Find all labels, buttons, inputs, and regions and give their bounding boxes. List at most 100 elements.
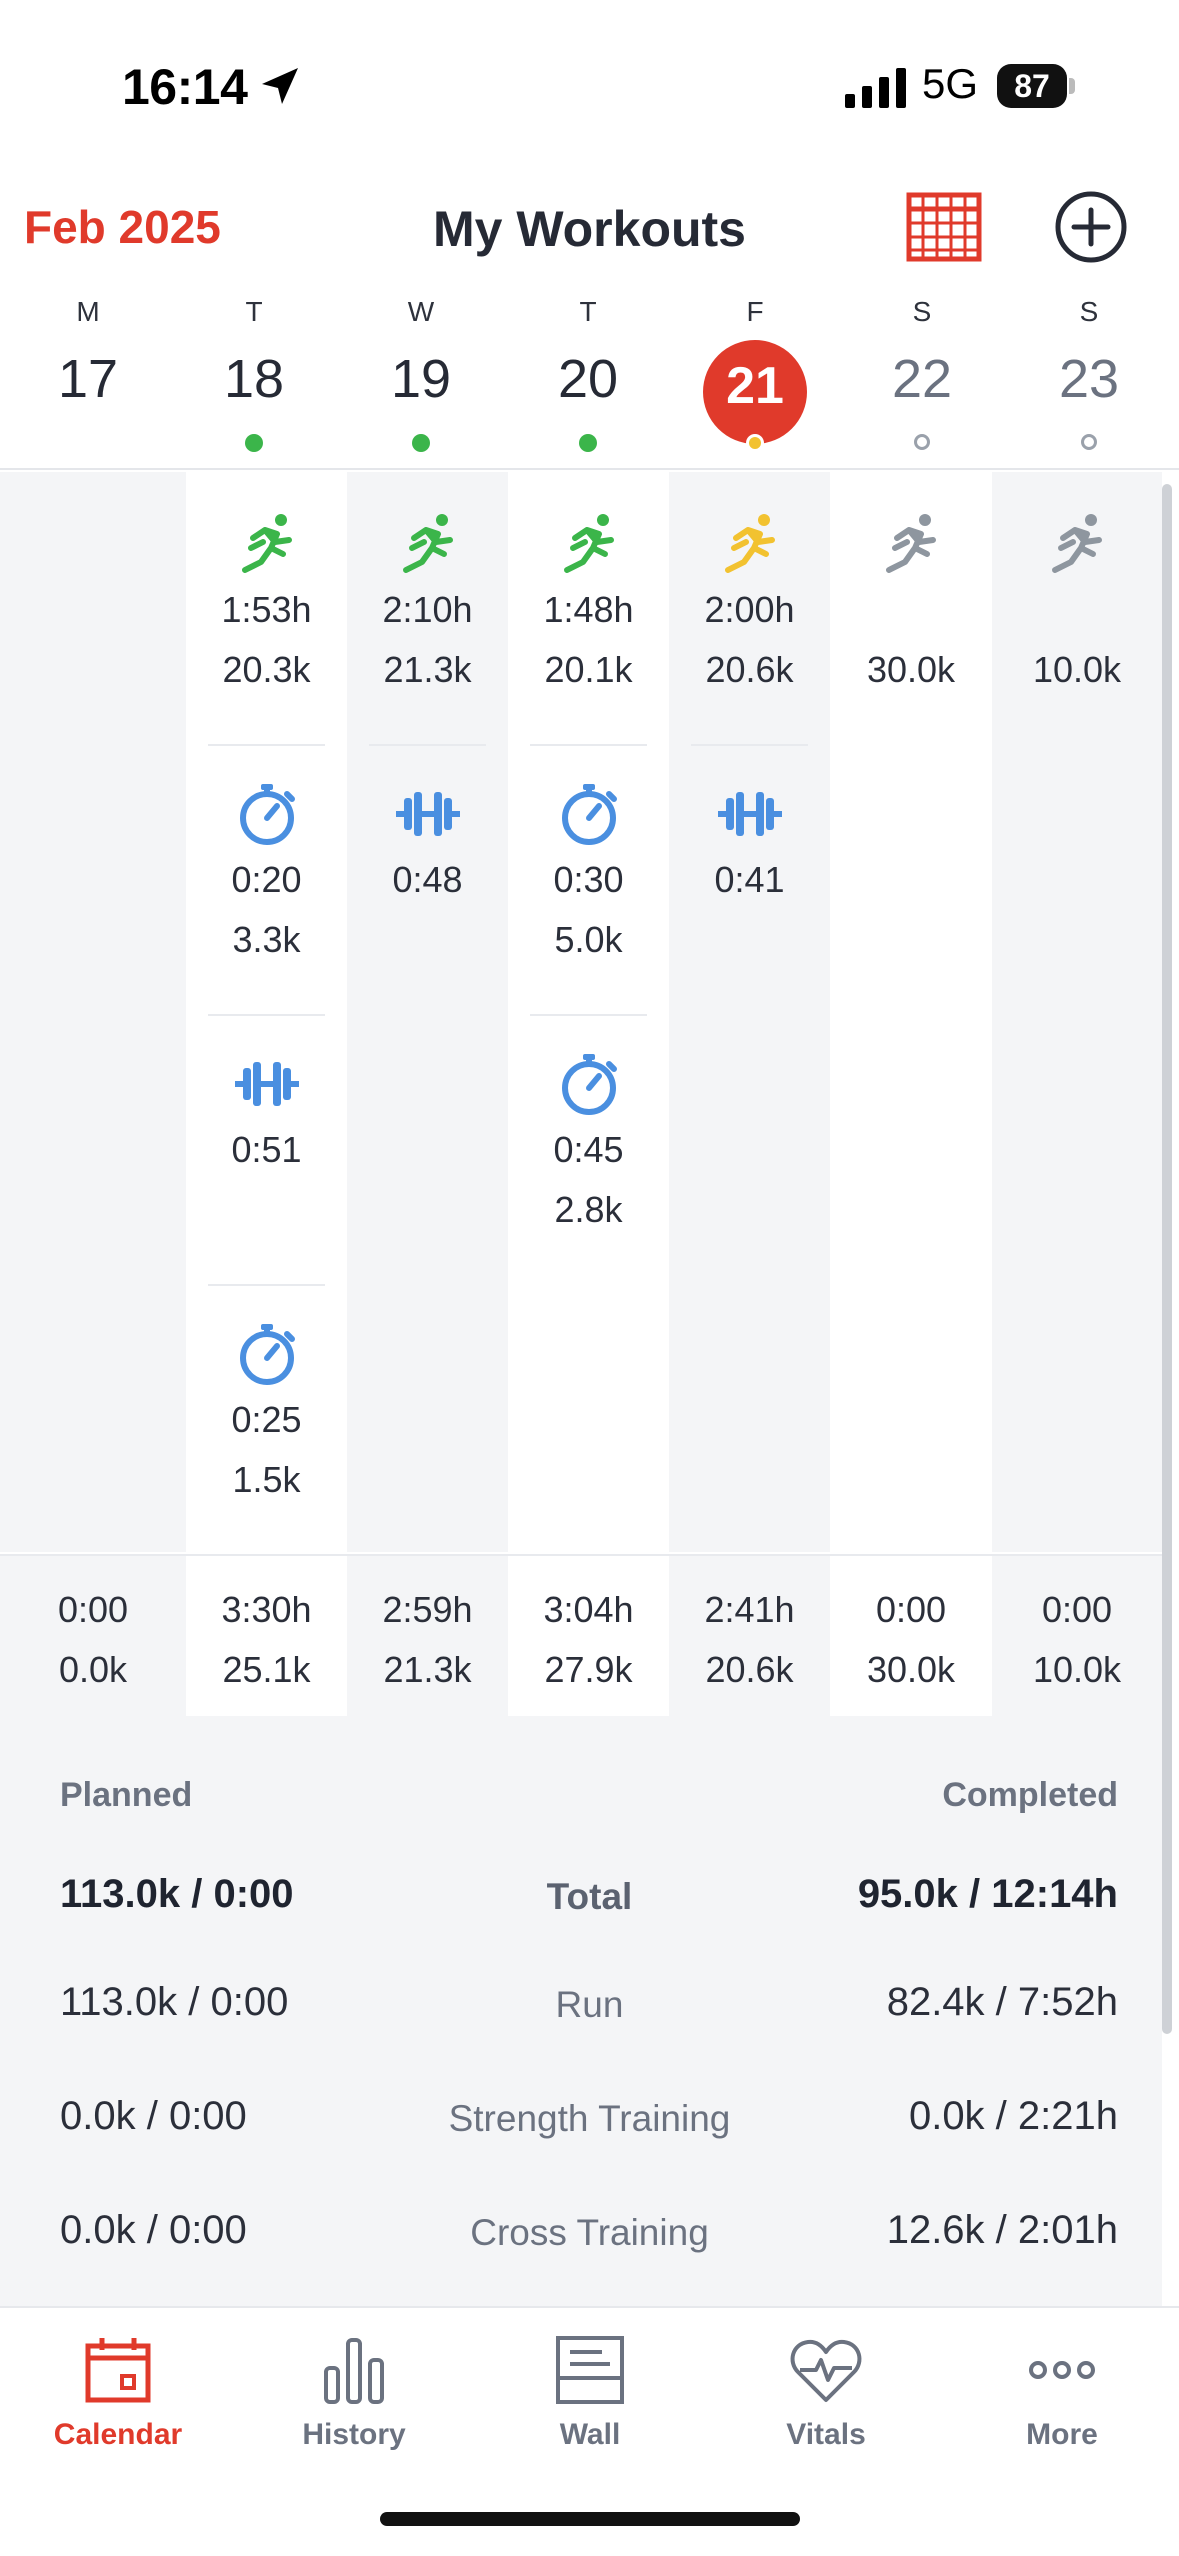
- completed-value: 0.0k / 2:21h: [908, 2094, 1118, 2138]
- battery-cap: [1069, 78, 1075, 94]
- tab-calendar[interactable]: Calendar: [0, 2330, 236, 2480]
- workout-distance: 20.1k: [544, 649, 633, 690]
- divider: [208, 1284, 325, 1286]
- workout-distance: 1.5k: [232, 1459, 301, 1500]
- tab-wall[interactable]: Wall: [472, 2330, 708, 2480]
- day-header-thu[interactable]: T 20: [508, 290, 668, 470]
- day-header-tue[interactable]: T 18: [174, 290, 334, 470]
- daily-totals-row: 0:00 0.0k 3:30h 25.1k 2:59h 21.3k 3:04h …: [0, 1554, 1162, 1718]
- day-of-week: W: [407, 296, 435, 327]
- day-of-week: M: [76, 296, 100, 327]
- workout-card[interactable]: 1:48h 20.1k: [508, 508, 669, 700]
- workout-card[interactable]: 0:51: [186, 1048, 347, 1180]
- day-total-distance: 20.6k: [705, 1649, 794, 1690]
- day-total-distance: 25.1k: [222, 1649, 311, 1690]
- day-of-week: T: [579, 296, 597, 327]
- status-bar: 16:14 5G 87: [0, 0, 1179, 170]
- weekly-summary: Planned Completed 113.0k / 0:00 Total 95…: [0, 1716, 1162, 2306]
- divider: [530, 744, 647, 746]
- day-column-fri: 2:00h 20.6k 0:41: [669, 472, 830, 1552]
- workout-distance: 5.0k: [554, 919, 623, 960]
- workout-duration: 0:30: [553, 859, 624, 900]
- day-total-distance: 0.0k: [58, 1649, 128, 1690]
- workout-card[interactable]: 1:53h 20.3k: [186, 508, 347, 700]
- day-column-mon[interactable]: [0, 472, 186, 1552]
- tab-label: More: [1026, 2418, 1098, 2451]
- workout-duration: 2:00h: [704, 589, 795, 630]
- day-number: 20: [557, 349, 619, 409]
- completed-dot: [579, 434, 597, 452]
- day-total-time: 3:30h: [221, 1589, 312, 1630]
- workout-duration: 1:48h: [543, 589, 634, 630]
- battery-level: 87: [997, 64, 1067, 108]
- workout-duration: 0:45: [553, 1129, 624, 1170]
- run-icon: [392, 508, 464, 580]
- day-header-mon[interactable]: M 17: [8, 290, 168, 470]
- day-total-distance: 27.9k: [544, 1649, 633, 1690]
- workout-card[interactable]: 30.0k: [830, 508, 992, 700]
- divider: [208, 744, 325, 746]
- day-header-wed[interactable]: W 19: [341, 290, 501, 470]
- divider: [208, 1014, 325, 1016]
- day-number: 17: [57, 349, 119, 409]
- day-column-wed: 2:10h 21.3k 0:48: [347, 472, 508, 1552]
- dumbbell-icon: [392, 778, 464, 850]
- divider: [691, 744, 808, 746]
- workout-card[interactable]: 2:10h 21.3k: [347, 508, 508, 700]
- workout-card[interactable]: 10.0k: [992, 508, 1162, 700]
- day-number-today: 21: [726, 357, 784, 415]
- day-header-sun[interactable]: S 23: [1009, 290, 1169, 470]
- dumbbell-icon: [231, 1048, 303, 1120]
- today-dot: [746, 434, 764, 452]
- workout-card[interactable]: 0:25 1.5k: [186, 1318, 347, 1510]
- add-workout-icon[interactable]: [1054, 190, 1128, 264]
- day-total-time: 3:04h: [543, 1589, 634, 1630]
- week-header: M 17 T 18 W 19 T 20 F 21 S 22 S 23: [0, 290, 1179, 470]
- workout-card[interactable]: 0:41: [669, 778, 830, 910]
- tab-vitals[interactable]: Vitals: [708, 2330, 944, 2480]
- day-of-week: T: [245, 296, 263, 327]
- dumbbell-icon: [714, 778, 786, 850]
- day-total-distance: 21.3k: [383, 1649, 472, 1690]
- workout-duration: 0:20: [231, 859, 302, 900]
- day-total: 3:30h 25.1k: [186, 1556, 347, 1718]
- day-number: 18: [223, 349, 285, 409]
- day-total-time: 0:00: [1041, 1589, 1113, 1630]
- workout-distance: 2.8k: [554, 1189, 623, 1230]
- workout-card[interactable]: 0:30 5.0k: [508, 778, 669, 970]
- workout-distance: 3.3k: [232, 919, 301, 960]
- run-icon: [553, 508, 625, 580]
- day-header-fri[interactable]: F 21: [675, 290, 835, 470]
- day-total: 0:00 0.0k: [0, 1556, 186, 1718]
- scrollbar[interactable]: [1162, 484, 1172, 2034]
- workout-duration: 0:48: [392, 859, 463, 900]
- tab-history[interactable]: History: [236, 2330, 472, 2480]
- completed-value: 12.6k / 2:01h: [886, 2208, 1118, 2252]
- workout-distance: 10.0k: [1032, 649, 1122, 690]
- tab-label: Vitals: [786, 2418, 866, 2451]
- workout-card[interactable]: 0:20 3.3k: [186, 778, 347, 970]
- day-total: 3:04h 27.9k: [508, 1556, 669, 1718]
- day-number: 22: [891, 349, 953, 409]
- day-column-thu: 1:48h 20.1k 0:30 5.0k 0:45 2.8k: [508, 472, 669, 1552]
- day-number: 19: [390, 349, 452, 409]
- tab-label: History: [302, 2418, 406, 2451]
- day-total-time: 2:59h: [382, 1589, 473, 1630]
- tab-more[interactable]: More: [944, 2330, 1179, 2480]
- day-total: 0:00 30.0k: [830, 1556, 992, 1718]
- workout-card[interactable]: 0:48: [347, 778, 508, 910]
- cellular-signal-icon: [845, 68, 906, 108]
- completed-value: 95.0k / 12:14h: [857, 1872, 1118, 1916]
- workout-card[interactable]: 2:00h 20.6k: [669, 508, 830, 700]
- workout-card[interactable]: 0:45 2.8k: [508, 1048, 669, 1240]
- workout-duration: 0:41: [714, 859, 785, 900]
- home-indicator[interactable]: [380, 2512, 800, 2526]
- wall-icon: [556, 2336, 624, 2404]
- day-of-week: S: [1079, 296, 1099, 327]
- day-total-time: 0:00: [875, 1589, 947, 1630]
- month-view-icon[interactable]: [906, 192, 982, 262]
- summary-row-total: 113.0k / 0:00 Total 95.0k / 12:14h: [0, 1872, 1162, 1932]
- day-total: 2:59h 21.3k: [347, 1556, 508, 1718]
- day-header-sat[interactable]: S 22: [842, 290, 1002, 470]
- day-of-week: F: [746, 296, 764, 327]
